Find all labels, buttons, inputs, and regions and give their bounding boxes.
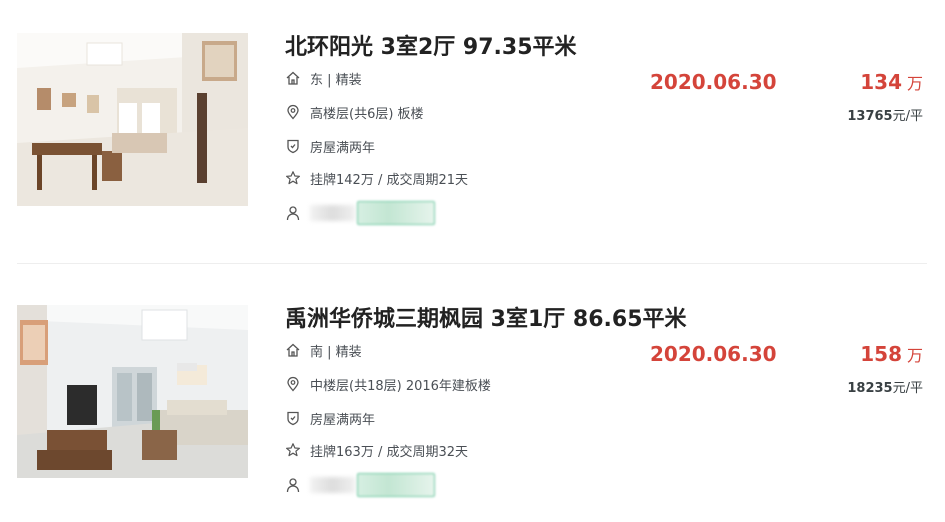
shield-icon [285, 138, 301, 154]
total-price-value: 134 [860, 70, 902, 94]
location-pin-icon [285, 104, 301, 120]
star-icon [285, 170, 301, 186]
listing-title[interactable]: 北环阳光 3室2厅 97.35平米 [285, 29, 577, 61]
listing-info-row: 挂牌163万 / 成交周期32天 [285, 440, 468, 460]
unit-price: 18235元/平 [847, 377, 923, 396]
tax-row: 房屋满两年 [285, 136, 375, 156]
room-photo-2 [17, 305, 248, 478]
orientation-row: 南 | 精装 [285, 340, 362, 360]
unit-price-suffix: 元/平 [892, 381, 923, 396]
house-icon [285, 70, 301, 86]
unit-price-value: 18235 [847, 381, 893, 396]
total-price: 158 万 [860, 342, 923, 366]
price-unit: 万 [906, 74, 923, 93]
orientation-decor-text: 东 | 精装 [310, 72, 362, 88]
floor-row: 高楼层(共6层) 板楼 [285, 102, 424, 122]
total-price: 134 万 [860, 70, 923, 94]
star-icon [285, 442, 301, 458]
floor-info-text: 高楼层(共6层) 板楼 [310, 106, 424, 122]
unit-price-suffix: 元/平 [892, 109, 923, 124]
listing-photo[interactable] [17, 305, 248, 478]
user-icon [285, 477, 301, 493]
tax-note-text: 房屋满两年 [310, 412, 376, 428]
deal-listing: 禹洲华侨城三期枫园 3室1厅 86.65平米 南 | 精装 中楼层(共18层) … [0, 272, 945, 522]
deal-date: 2020.06.30 [650, 342, 777, 366]
user-icon [285, 205, 301, 221]
deal-listing: 北环阳光 3室2厅 97.35平米 东 | 精装 高楼层(共6层) 板楼 房屋满… [0, 0, 945, 250]
tax-row: 房屋满两年 [285, 408, 375, 428]
agent-row [285, 473, 435, 497]
floor-row: 中楼层(共18层) 2016年建板楼 [285, 374, 491, 394]
house-icon [285, 342, 301, 358]
listing-info-row: 挂牌142万 / 成交周期21天 [285, 168, 468, 188]
orientation-row: 东 | 精装 [285, 68, 362, 88]
shield-icon [285, 410, 301, 426]
listing-info-text: 挂牌163万 / 成交周期32天 [310, 444, 468, 460]
room-photo-1 [17, 33, 248, 206]
listing-title[interactable]: 禹洲华侨城三期枫园 3室1厅 86.65平米 [285, 301, 687, 333]
unit-price-value: 13765 [847, 109, 893, 124]
agent-contact-button-blurred[interactable] [357, 473, 435, 497]
listing-info-text: 挂牌142万 / 成交周期21天 [310, 172, 468, 188]
agent-contact-button-blurred[interactable] [357, 201, 435, 225]
agent-row [285, 201, 435, 225]
location-pin-icon [285, 376, 301, 392]
total-price-value: 158 [860, 342, 902, 366]
tax-note-text: 房屋满两年 [310, 140, 376, 156]
orientation-decor-text: 南 | 精装 [310, 344, 362, 360]
unit-price: 13765元/平 [847, 105, 923, 124]
listing-divider [17, 263, 927, 264]
listing-photo[interactable] [17, 33, 248, 206]
agent-name-blurred [310, 205, 355, 221]
deal-date: 2020.06.30 [650, 70, 777, 94]
floor-info-text: 中楼层(共18层) 2016年建板楼 [310, 378, 491, 394]
price-unit: 万 [906, 346, 923, 365]
agent-name-blurred [310, 477, 355, 493]
